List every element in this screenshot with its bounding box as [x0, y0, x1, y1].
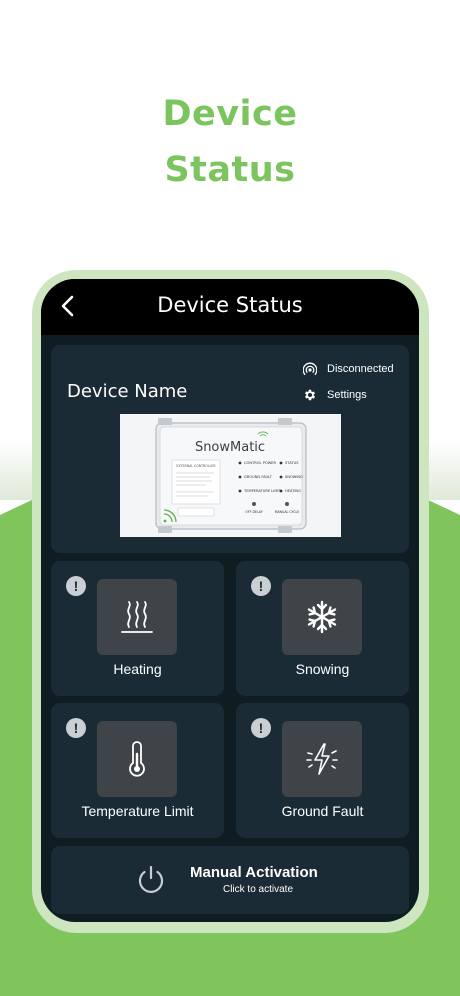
snowing-tile[interactable]: ! Snowing: [236, 561, 409, 696]
device-label: CONTROL POWER: [244, 461, 277, 465]
manual-activation-title: Manual Activation: [190, 864, 318, 881]
manual-activation-button[interactable]: Manual Activation Click to activate: [51, 846, 409, 914]
alert-badge: !: [251, 576, 271, 596]
device-brand-text: SnowMatic: [195, 440, 265, 455]
heating-tile[interactable]: ! Heating: [51, 561, 224, 696]
device-label: SNOWING: [285, 475, 303, 479]
ground-fault-label: Ground Fault: [281, 803, 364, 819]
settings-button[interactable]: Settings: [303, 388, 367, 402]
ground-fault-icon-box: [282, 721, 362, 797]
snowing-label: Snowing: [295, 661, 350, 677]
device-card: Device Name Disconnected Settings SnowMa…: [51, 345, 409, 553]
gear-icon: [304, 389, 316, 401]
temperature-limit-label: Temperature Limit: [81, 803, 194, 819]
top-app-bar: Device Status: [41, 279, 419, 335]
device-label: TEMPERATURE LIMIT: [243, 489, 281, 493]
lightning-icon: [306, 743, 338, 775]
device-image: SnowMatic EXTERNAL CONTROLLER CONTROL PO…: [120, 414, 341, 537]
thermometer-icon: [129, 741, 145, 777]
device-panel-label: EXTERNAL CONTROLLER: [176, 464, 216, 468]
phone-screen: Device Status Device Name Disconnected S…: [41, 279, 419, 922]
device-label: MANUAL CYCLE: [275, 510, 300, 514]
hero-title-line1: Device: [162, 94, 298, 134]
power-icon: [138, 865, 164, 893]
device-label: OFF DELAY: [245, 510, 262, 514]
ground-fault-tile[interactable]: ! Ground Fault: [236, 703, 409, 838]
snowflake-icon: [307, 600, 337, 634]
alert-badge: !: [251, 718, 271, 738]
heating-icon-box: [97, 579, 177, 655]
hero-title: Device Status: [0, 86, 460, 198]
device-name: Device Name: [67, 381, 188, 402]
temperature-limit-tile[interactable]: ! Temperature Limit: [51, 703, 224, 838]
broadcast-icon: [303, 362, 317, 376]
alert-badge: !: [66, 576, 86, 596]
device-label: STATUS: [285, 461, 299, 465]
page-title: Device Status: [157, 293, 303, 317]
heat-waves-icon: [121, 601, 153, 633]
connection-status: Disconnected: [303, 362, 394, 376]
device-label: GROUND FAULT: [244, 475, 273, 479]
heating-label: Heating: [113, 661, 162, 677]
manual-activation-subtitle: Click to activate: [222, 884, 294, 895]
temperature-icon-box: [97, 721, 177, 797]
snowing-icon-box: [282, 579, 362, 655]
settings-label: Settings: [327, 389, 367, 401]
device-label: HEATING: [285, 489, 301, 493]
connection-status-label: Disconnected: [327, 363, 394, 375]
hero-title-line2: Status: [164, 150, 296, 190]
alert-badge: !: [66, 718, 86, 738]
